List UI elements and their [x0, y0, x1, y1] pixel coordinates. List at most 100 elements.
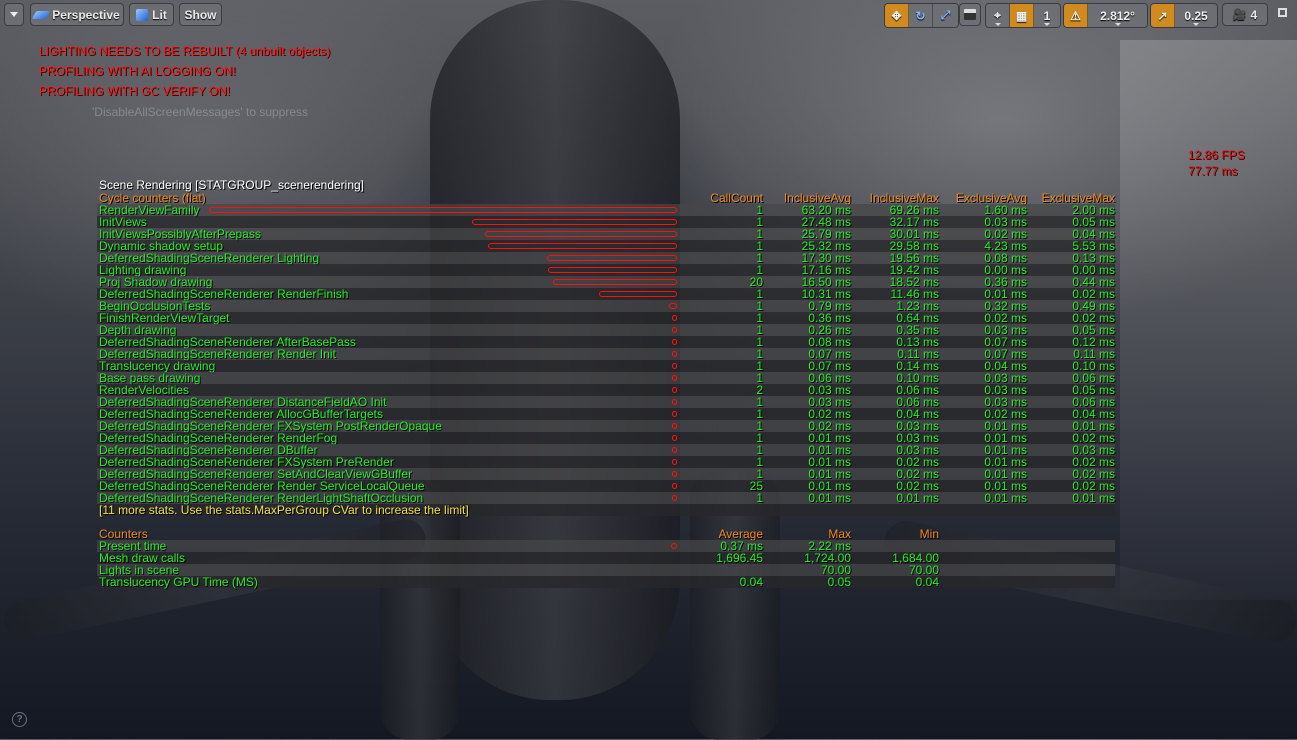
stat-bar	[548, 267, 677, 273]
scale-snap-group: ↗ 0.25	[1150, 3, 1218, 28]
scale-snap-toggle[interactable]: ↗	[1151, 4, 1175, 27]
surface-snap-button[interactable]: ⌖	[986, 4, 1010, 27]
cycle-stat-row: Base pass drawing 1 0.06 ms 0.10 ms 0.03 ms 0…	[97, 372, 1115, 384]
chevron-down-icon	[10, 12, 18, 17]
stat-bar	[672, 411, 677, 417]
rotation-snap-toggle[interactable]: ⚠	[1064, 4, 1088, 27]
world-local-toggle[interactable]	[959, 3, 981, 26]
stat-bar	[209, 207, 677, 213]
stat-bar	[672, 495, 677, 501]
scale-arrow-icon: ↗	[1157, 8, 1168, 23]
stat-bar	[672, 483, 677, 489]
stat-bar	[672, 447, 677, 453]
cycle-counters-header: Cycle counters (flat) CallCount Inclusiv…	[97, 192, 1115, 204]
question-circle-icon[interactable]: ?	[12, 712, 27, 727]
counter-row: Present time 0.37 ms 2.22 ms	[97, 540, 1115, 552]
call-count: 1	[756, 491, 763, 505]
stat-bar	[488, 243, 677, 249]
gc-verify-warning: PROFILING WITH GC VERIFY ON!	[39, 84, 231, 98]
counter-row: Mesh draw calls 1,696.45 1,724.00 1,684.00	[97, 552, 1115, 564]
grid-snap-value: 1	[1043, 8, 1051, 23]
grid-snap-value-dropdown[interactable]: 1	[1034, 4, 1060, 27]
move-arrows-icon: ✥	[891, 8, 902, 23]
rotate-mode-button[interactable]: ↻	[909, 4, 933, 27]
cycle-stat-row: DeferredShadingSceneRenderer RenderFinis…	[97, 288, 1115, 300]
counter-row: Translucency GPU Time (MS) 0.04 0.05 0.04	[97, 576, 1115, 588]
cycle-stat-row: FinishRenderViewTarget 1 0.36 ms 0.64 ms 0.0…	[97, 312, 1115, 324]
rotation-snap-value: 2.812°	[1100, 8, 1135, 23]
stat-bar	[672, 363, 677, 369]
cycle-stat-row: BeginOcclusionTests 1 0.79 ms 1.23 ms 0.32 m…	[97, 300, 1115, 312]
transform-mode-group: ✥ ↻ ⤢	[884, 3, 959, 28]
rotation-snap-value-dropdown[interactable]: 2.812°	[1088, 4, 1147, 27]
grid-icon: ▦	[1015, 8, 1028, 23]
counters-header: Counters Average Max Min	[97, 528, 1115, 540]
scale-icon: ⤢	[940, 8, 951, 22]
cycle-stat-row: InitViewsPossiblyAfterPrepass 1 25.79 ms 30…	[97, 228, 1115, 240]
counter-min: 0.04	[915, 575, 939, 589]
lit-label: Lit	[152, 7, 167, 22]
perspective-button[interactable]: Perspective	[30, 3, 124, 26]
stat-bar	[669, 303, 677, 309]
cycle-stat-row: RenderViewFamily 1 63.20 ms 69.26 ms 1.60 ms…	[97, 204, 1115, 216]
stat-bar	[598, 291, 677, 297]
cycle-stat-row: DeferredShadingSceneRenderer Lighting 1 17…	[97, 252, 1115, 264]
stat-bar	[472, 219, 677, 225]
rotate-icon: ↻	[915, 8, 926, 23]
stat-name: DeferredShadingSceneRenderer RenderLight…	[99, 491, 424, 505]
callcount-header: CallCount	[710, 191, 763, 205]
stat-bar	[547, 255, 677, 261]
stat-bar	[672, 435, 677, 441]
angle-icon: ⚠	[1070, 8, 1081, 23]
stat-bar	[672, 423, 677, 429]
cycle-stat-row: DeferredShadingSceneRenderer Render Init…	[97, 348, 1115, 360]
stat-bar	[553, 279, 677, 285]
stat-bar	[672, 351, 677, 357]
cycle-counters-table: RenderViewFamily 1 63.20 ms 69.26 ms 1.60 ms…	[97, 204, 1115, 504]
stats-panel: Scene Rendering [STATGROUP_scenerenderin…	[97, 178, 1115, 588]
grid-snap-toggle[interactable]: ▦	[1010, 4, 1034, 27]
suppress-hint: 'DisableAllScreenMessages' to suppress	[92, 105, 309, 119]
inclusive-max: 0.01 ms	[896, 491, 939, 505]
viewport-options-button[interactable]	[4, 3, 24, 26]
translate-mode-button[interactable]: ✥	[885, 4, 909, 27]
min-header: Min	[919, 527, 939, 541]
surface-snap-icon: ⌖	[994, 8, 1001, 22]
stat-bar	[484, 231, 677, 237]
stat-bar	[672, 375, 677, 381]
cycle-stat-row: DeferredShadingSceneRenderer RenderLight…	[97, 492, 1115, 504]
exclusive-avg: 0.01 ms	[984, 491, 1027, 505]
stat-bar	[672, 399, 677, 405]
lighting-rebuild-warning: LIGHTING NEEDS TO BE REBUILT (4 unbuilt …	[39, 44, 331, 58]
stat-group-title: Scene Rendering [STATGROUP_scenerenderin…	[99, 178, 365, 192]
scale-snap-value-dropdown[interactable]: 0.25	[1175, 4, 1217, 27]
camera-speed-value: 4	[1250, 7, 1258, 22]
counter-max: 0.05	[827, 575, 851, 589]
more-stats-notice: [11 more stats. Use the stats.MaxPerGrou…	[97, 504, 1115, 516]
camera-speed-button[interactable]: 🎥 4	[1222, 3, 1268, 26]
scale-mode-button[interactable]: ⤢	[933, 4, 958, 27]
scale-snap-value: 0.25	[1184, 8, 1208, 23]
cycle-stat-row: Lighting drawing 1 17.16 ms 19.42 ms 0.00 ms…	[97, 264, 1115, 276]
stat-bar	[672, 471, 677, 477]
ai-logging-warning: PROFILING WITH AI LOGGING ON!	[39, 64, 236, 78]
show-label: Show	[184, 7, 217, 22]
fps-readout: 12.86 FPS	[1188, 148, 1245, 162]
show-button[interactable]: Show	[179, 3, 222, 26]
counter-name: Translucency GPU Time (MS)	[99, 575, 258, 589]
cycle-stat-row: Translucency drawing 1 0.07 ms 0.14 ms 0.04 …	[97, 360, 1115, 372]
perspective-icon	[31, 10, 51, 19]
stat-bar	[672, 327, 677, 333]
counter-average: 1,696.45	[716, 551, 763, 565]
view-mode-lit-button[interactable]: Lit	[129, 3, 174, 26]
stat-bar	[672, 315, 677, 321]
counters-table: Present time 0.37 ms 2.22 ms Mesh draw call…	[97, 540, 1115, 588]
counter-bar	[671, 543, 677, 549]
inclusive-avg: 0.01 ms	[808, 491, 851, 505]
frame-time-readout: 77.77 ms	[1188, 164, 1238, 178]
restore-icon[interactable]	[1278, 8, 1287, 17]
exclusive-max: 0.01 ms	[1072, 491, 1115, 505]
lit-cube-icon	[136, 8, 149, 21]
camera-speed-icon: 🎥	[1232, 9, 1247, 21]
rotation-snap-group: ⚠ 2.812°	[1063, 3, 1148, 28]
